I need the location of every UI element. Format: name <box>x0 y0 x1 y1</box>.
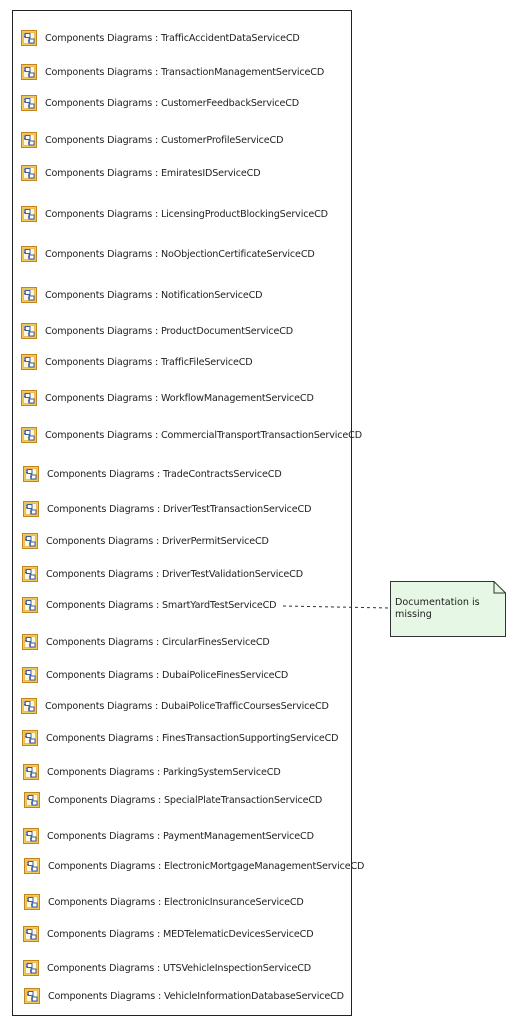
note-text: Documentation is missing <box>395 597 480 620</box>
note-connector-line <box>282 605 391 609</box>
